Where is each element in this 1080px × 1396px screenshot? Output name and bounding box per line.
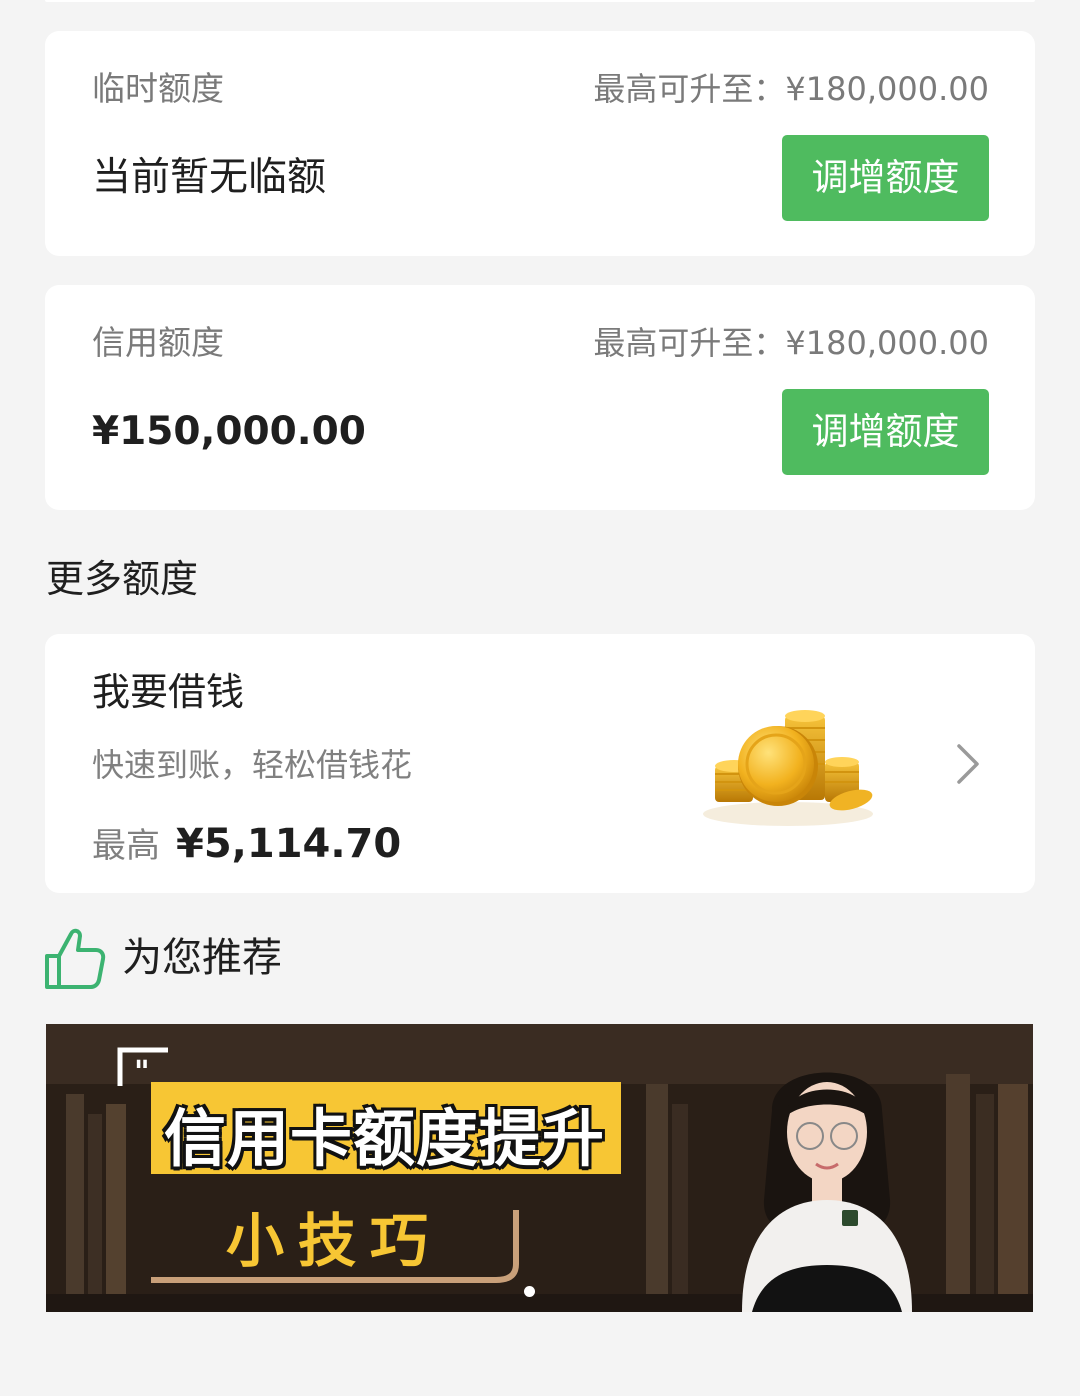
credit-limit-page: 临时额度 最高可升至：¥180,000.00 当前暂无临额 调增额度 信用额度 …	[0, 0, 1080, 1396]
thumbs-up-icon	[45, 928, 106, 989]
credit-quota-increase-button[interactable]: 调增额度	[782, 389, 989, 475]
gold-coins-icon	[703, 710, 873, 826]
credit-quota-label: 信用额度	[92, 323, 224, 362]
temp-quota-card: 临时额度 最高可升至：¥180,000.00 当前暂无临额 调增额度	[45, 31, 1035, 256]
recommend-header: 为您推荐	[44, 926, 282, 990]
recommend-title: 为您推荐	[122, 935, 282, 981]
borrow-max-row: 最高 ¥5,114.70	[92, 818, 401, 867]
credit-quota-card: 信用额度 最高可升至：¥180,000.00 ¥150,000.00 调增额度	[45, 285, 1035, 510]
temp-quota-value: 当前暂无临额	[92, 155, 327, 200]
borrow-money-title: 我要借钱	[92, 670, 245, 714]
credit-quota-value: ¥150,000.00	[92, 409, 366, 454]
banner-subtitle: 小技巧	[226, 1207, 443, 1275]
chevron-right-icon[interactable]	[953, 742, 983, 786]
promo-banner[interactable]: " 信用卡额度提升 小技巧	[46, 1024, 1033, 1312]
carousel-indicator-dot[interactable]	[524, 1286, 535, 1297]
svg-text:": "	[134, 1055, 150, 1090]
temp-quota-increase-button[interactable]: 调增额度	[782, 135, 989, 221]
banner-title: 信用卡额度提升	[164, 1102, 606, 1175]
more-quota-title: 更多额度	[46, 557, 199, 601]
borrow-money-subtitle: 快速到账，轻松借钱花	[92, 746, 413, 784]
presenter-image	[742, 1072, 912, 1312]
credit-quota-max: 最高可升至：¥180,000.00	[593, 324, 989, 362]
borrow-max-value: ¥5,114.70	[176, 821, 402, 867]
temp-quota-label: 临时额度	[92, 69, 224, 108]
borrow-max-label: 最高	[92, 826, 160, 866]
borrow-money-card[interactable]: 我要借钱 快速到账，轻松借钱花 最高 ¥5,114.70	[45, 634, 1035, 893]
temp-quota-max: 最高可升至：¥180,000.00	[593, 70, 989, 108]
previous-card-edge	[45, 0, 1035, 2]
